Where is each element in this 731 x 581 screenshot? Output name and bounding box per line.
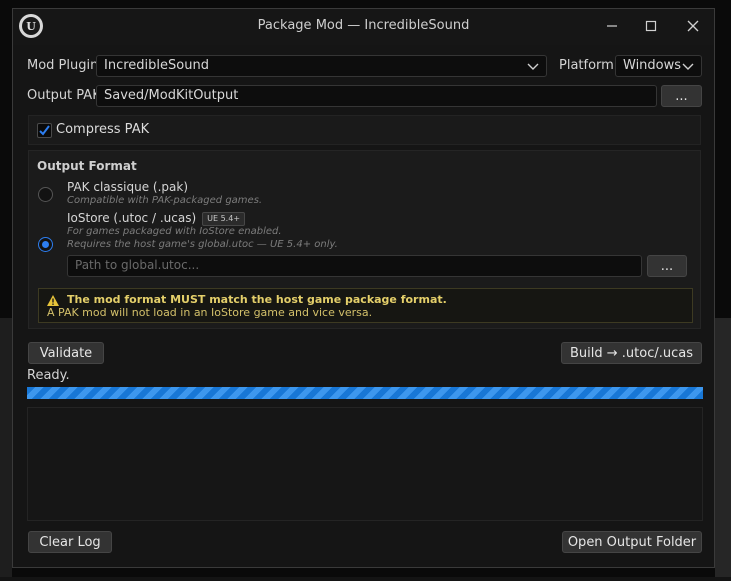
option-iostore-title-row: IoStore (.utoc / .ucas) UE 5.4+ [67,211,246,226]
output-format-panel: Output Format PAK classique (.pak) Compa… [28,150,701,329]
log-output[interactable] [27,407,703,521]
ue-version-badge: UE 5.4+ [202,212,246,226]
title-bar[interactable]: U Package Mod — IncredibleSound [13,9,714,45]
compress-pak-checkbox[interactable] [37,123,52,138]
mod-plugin-dropdown[interactable]: IncredibleSound [96,55,547,77]
minimize-button[interactable] [599,14,625,38]
checkmark-icon [39,125,50,136]
mod-plugin-label: Mod Plugin [27,58,99,73]
progress-bar [27,387,703,399]
package-mod-window: U Package Mod — IncredibleSound Mod Plug… [12,8,715,568]
global-utoc-path-input[interactable]: Path to global.utoc... [67,255,642,277]
background-bottom-edge [0,577,731,581]
status-text: Ready. [27,368,70,383]
maximize-button[interactable] [638,14,664,38]
global-utoc-browse-button[interactable]: ... [647,255,687,277]
option-pak-classic-title: PAK classique (.pak) [67,180,189,194]
clear-log-button[interactable]: Clear Log [28,531,112,553]
close-icon [687,20,699,32]
maximize-icon [645,20,657,32]
output-pak-input[interactable]: Saved/ModKitOutput [96,85,657,107]
radio-pak-classic[interactable] [38,187,53,202]
platform-label: Platform [559,58,614,73]
radio-iostore[interactable] [38,237,53,252]
option-iostore-description: For games packaged with IoStore enabled. [67,226,282,237]
chevron-down-icon [682,63,694,70]
warning-title: The mod format MUST match the host game … [67,293,447,306]
option-pak-classic-description: Compatible with PAK-packaged games. [67,195,263,206]
platform-value: Windows [623,58,682,73]
warning-body: A PAK mod will not load in an IoStore ga… [47,306,373,319]
background-window-edge-right [715,318,731,581]
chevron-down-icon [527,63,539,70]
output-pak-label: Output PAK [27,88,101,103]
format-warning-box: The mod format MUST match the host game … [38,288,693,323]
option-iostore-title: IoStore (.utoc / .ucas) [67,211,197,225]
minimize-icon [607,25,617,27]
validate-button[interactable]: Validate [28,342,104,364]
close-button[interactable] [680,14,706,38]
build-button[interactable]: Build → .utoc/.ucas [561,342,702,364]
compress-pak-label: Compress PAK [56,122,150,137]
background-window-edge-left [0,318,12,581]
compress-pak-row: Compress PAK [28,115,701,145]
output-pak-browse-button[interactable]: ... [661,85,702,107]
platform-dropdown[interactable]: Windows [615,55,702,77]
option-iostore-requirement: Requires the host game's global.utoc — U… [67,239,338,250]
progress-fill [27,387,703,399]
output-format-title: Output Format [37,159,137,173]
mod-plugin-value: IncredibleSound [104,58,209,73]
open-output-folder-button[interactable]: Open Output Folder [562,531,702,553]
